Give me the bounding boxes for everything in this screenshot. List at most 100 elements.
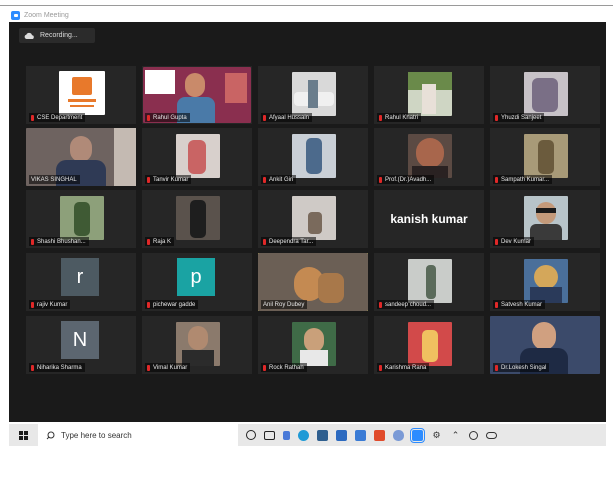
- participant-logo: [59, 71, 105, 115]
- mic-muted-icon: [379, 114, 382, 121]
- video-tile-shashi-bhushan[interactable]: Shashi Bhushan...: [26, 190, 136, 248]
- mic-muted-icon: [147, 238, 150, 245]
- task-view-icon[interactable]: [264, 430, 275, 440]
- widgets-icon[interactable]: [283, 430, 290, 440]
- store-icon[interactable]: [336, 429, 347, 441]
- video-tile-anil-roy-dubey[interactable]: Anil Roy Dubey: [258, 253, 368, 311]
- office-icon[interactable]: [374, 429, 385, 441]
- participant-name-label: Rahul Khatri: [377, 113, 422, 122]
- video-tile-satvesh-kumar[interactable]: Satvesh Kumar: [490, 253, 600, 311]
- video-tile-raja-k[interactable]: Raja K: [142, 190, 252, 248]
- mic-muted-icon: [495, 364, 498, 371]
- mic-muted-icon: [495, 238, 498, 245]
- participant-name-label: Dr.Lokesh Singal: [493, 363, 550, 372]
- video-tile-kanish-kumar[interactable]: kanish kumar: [374, 190, 484, 248]
- mic-muted-icon: [147, 176, 150, 183]
- participant-name-label: VIKAS SINGHAL: [29, 175, 80, 184]
- cloud-record-icon: [24, 32, 34, 40]
- participant-name-label: Satvesh Kumar: [493, 300, 546, 309]
- participant-name-label: Sampath Kumar...: [493, 175, 553, 184]
- participant-name-label: rajiv Kumar: [29, 300, 71, 309]
- participant-video: [408, 259, 452, 303]
- participant-name-label: Rock Rathan: [261, 363, 307, 372]
- video-tile-karishma-rana[interactable]: Karishma Rana: [374, 316, 484, 374]
- meeting-gallery: Recording... CSE Department Rahul Gupta …: [9, 22, 606, 422]
- participant-name-label: Ankit Giri: [261, 175, 297, 184]
- cortana-circle-icon[interactable]: [246, 430, 256, 440]
- participant-name-label: Tanvir Kumar: [145, 175, 192, 184]
- mic-muted-icon: [263, 238, 266, 245]
- video-tile-rajiv-kumar[interactable]: r rajiv Kumar: [26, 253, 136, 311]
- participant-name-label: Vimal Kumar: [145, 363, 191, 372]
- video-tile-sandeep[interactable]: sandeep choud...: [374, 253, 484, 311]
- participant-name-label: Shashi Bhushan...: [29, 237, 89, 246]
- mic-muted-icon: [31, 114, 34, 121]
- video-tile-vikas-singhal[interactable]: VIKAS SINGHAL: [26, 128, 136, 186]
- mail-icon[interactable]: [355, 429, 366, 441]
- video-tile-yhuzdi-sanjeet[interactable]: Yhuzdi Sanjeet: [490, 66, 600, 124]
- cloud-icon[interactable]: [486, 431, 497, 439]
- participant-video: [292, 322, 336, 366]
- avatar: N: [61, 321, 99, 359]
- participant-name-label: sandeep choud...: [377, 300, 435, 309]
- avatar: r: [61, 258, 99, 296]
- zoom-app-icon[interactable]: [410, 427, 425, 443]
- mic-muted-icon: [31, 238, 34, 245]
- participant-name-label: Yhuzdi Sanjeet: [493, 113, 545, 122]
- participant-name-label: Niharika Sharma: [29, 363, 85, 372]
- mic-muted-icon: [31, 364, 34, 371]
- title-bar: Zoom Meeting: [0, 8, 613, 22]
- participant-name-display: kanish kumar: [390, 212, 468, 226]
- windows-start-icon[interactable]: [19, 430, 28, 440]
- participant-video: [176, 196, 220, 240]
- mic-muted-icon: [31, 301, 34, 308]
- video-tile-vimal-kumar[interactable]: Vimal Kumar: [142, 316, 252, 374]
- recording-indicator[interactable]: Recording...: [19, 28, 95, 43]
- zoom-logo-icon: [11, 10, 20, 20]
- recording-label: Recording...: [40, 32, 78, 39]
- mic-muted-icon: [147, 301, 150, 308]
- network-icon[interactable]: [469, 430, 478, 440]
- video-tile-sampath-kumar[interactable]: Sampath Kumar...: [490, 128, 600, 186]
- mic-muted-icon: [495, 114, 498, 121]
- mic-muted-icon: [263, 176, 266, 183]
- edge-browser-icon[interactable]: [298, 429, 309, 441]
- video-tile-prof-avadh[interactable]: Prof.(Dr.)Avadh...: [374, 128, 484, 186]
- participant-video: [408, 134, 452, 178]
- people-icon[interactable]: [393, 429, 404, 441]
- video-tile-dev-kumar[interactable]: Dev Kumar: [490, 190, 600, 248]
- chevron-up-icon[interactable]: ⌃: [450, 430, 461, 441]
- video-tile-pichewar-gadde[interactable]: p pichewar gadde: [142, 253, 252, 311]
- mic-muted-icon: [379, 176, 382, 183]
- window-title: Zoom Meeting: [24, 11, 69, 19]
- participant-name-label: Anil Roy Dubey: [261, 300, 308, 309]
- participant-name-label: Prof.(Dr.)Avadh...: [377, 175, 435, 184]
- video-tile-rock-rathan[interactable]: Rock Rathan: [258, 316, 368, 374]
- participant-name-label: Dev Kumar: [493, 237, 535, 246]
- video-tile-cse-department[interactable]: CSE Department: [26, 66, 136, 124]
- participant-name-label: Raja K: [145, 237, 175, 246]
- video-tile-rahul-khatri[interactable]: Rahul Khatri: [374, 66, 484, 124]
- gear-icon[interactable]: ⚙: [431, 430, 442, 441]
- participant-name-label: Deependra Tar...: [261, 237, 317, 246]
- participant-name-label: Rahul Gupta: [145, 113, 190, 122]
- video-tile-ankit-giri[interactable]: Ankit Giri: [258, 128, 368, 186]
- video-tile-niharika-sharma[interactable]: N Niharika Sharma: [26, 316, 136, 374]
- file-explorer-icon[interactable]: [317, 429, 328, 441]
- video-tile-afyaal-hussain[interactable]: Afyaal Hussain: [258, 66, 368, 124]
- participant-video: [524, 196, 568, 240]
- mic-muted-icon: [147, 114, 150, 121]
- participant-video: [408, 72, 452, 116]
- top-divider: [0, 5, 613, 6]
- mic-muted-icon: [263, 364, 266, 371]
- mic-muted-icon: [263, 114, 266, 121]
- video-tile-tanvir-kumar[interactable]: Tanvir Kumar: [142, 128, 252, 186]
- participant-video: [524, 259, 568, 303]
- search-icon: [46, 431, 55, 440]
- avatar: p: [177, 258, 215, 296]
- taskbar-search-box[interactable]: Type here to search: [38, 424, 238, 446]
- video-tile-rahul-gupta[interactable]: Rahul Gupta: [142, 66, 252, 124]
- video-tile-lokesh-singal[interactable]: Dr.Lokesh Singal: [490, 316, 600, 374]
- video-tile-deependra[interactable]: Deependra Tar...: [258, 190, 368, 248]
- participant-video: [292, 134, 336, 178]
